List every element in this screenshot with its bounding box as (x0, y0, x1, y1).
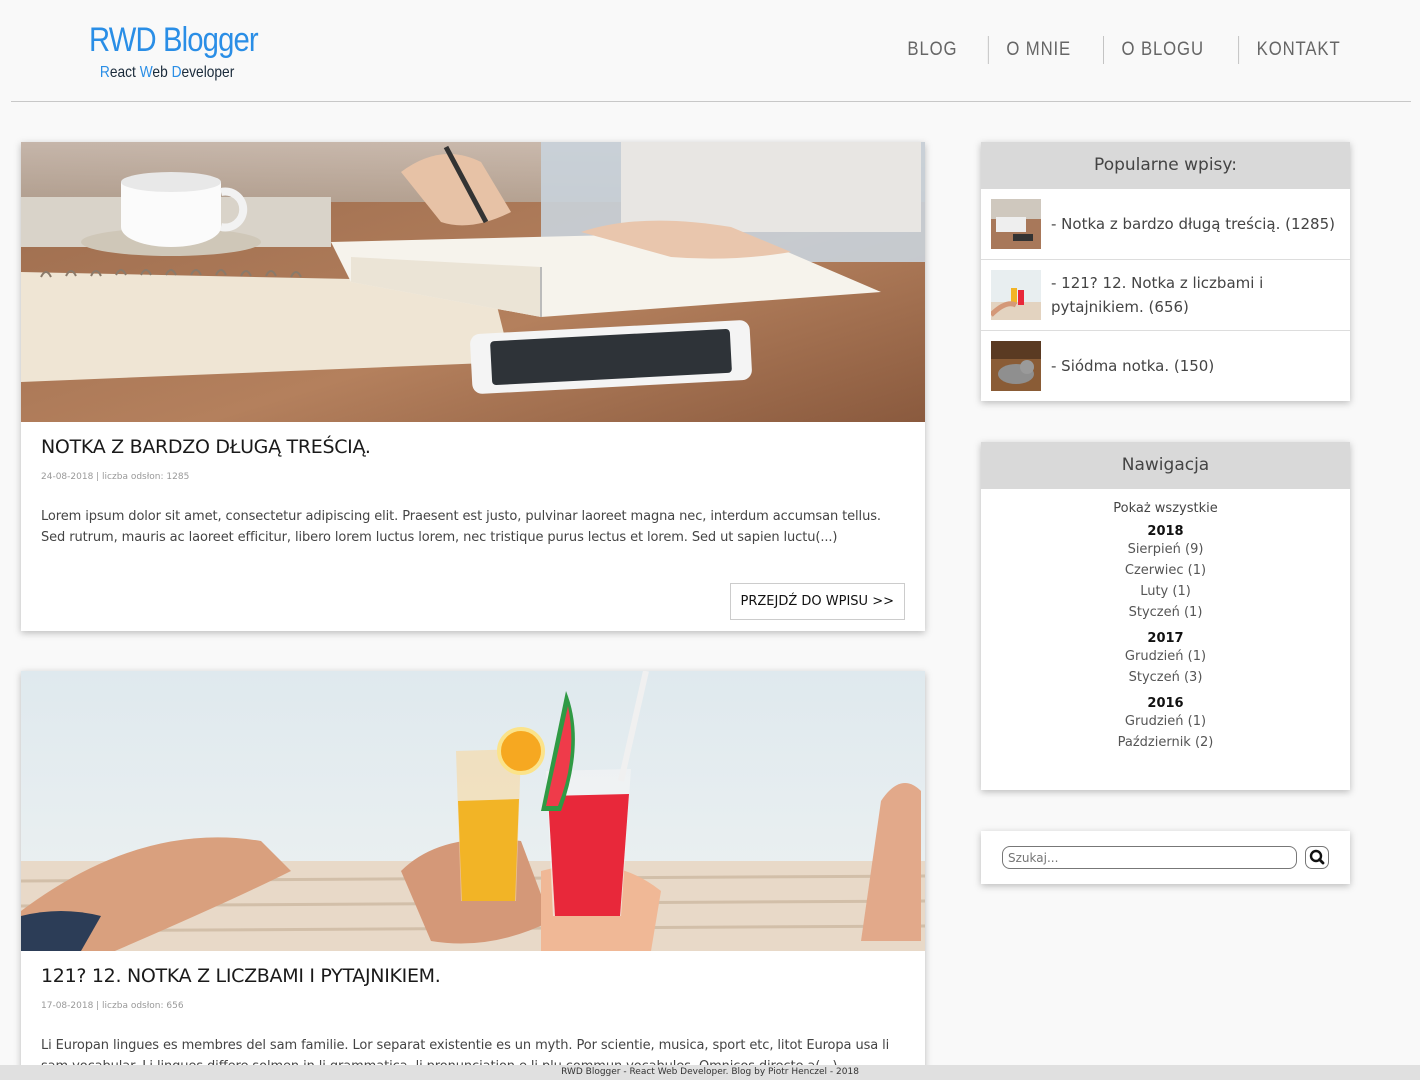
logo-sub-part-2: eb (152, 64, 172, 81)
archive-month-link[interactable]: Grudzień (1) (981, 711, 1350, 732)
archive-month-link[interactable]: Styczeń (3) (981, 667, 1350, 688)
archive-month-link[interactable]: Czerwiec (1) (981, 560, 1350, 581)
nav-kontakt[interactable]: KONTAKT (1237, 36, 1358, 64)
archive-year-2016: 2016 Grudzień (1) Październik (2) (981, 696, 1350, 753)
widget-heading: Nawigacja (981, 442, 1350, 489)
logo-letter-r: R (99, 64, 110, 81)
archive-month-link[interactable]: Styczeń (1) (981, 602, 1350, 623)
logo-title: RWD Blogger (89, 21, 259, 59)
archive-year-label: 2016 (1147, 696, 1184, 711)
archive-year-label: 2018 (1147, 524, 1184, 539)
post-image-notebook[interactable] (21, 142, 925, 422)
read-more-button[interactable]: PRZEJDŹ DO WPISU >> (729, 583, 905, 620)
post-title[interactable]: 121? 12. NOTKA Z LICZBAMI I PYTAJNIKIEM. (41, 965, 905, 987)
search-icon (1309, 849, 1325, 865)
logo-letter-w: W (139, 64, 153, 81)
post-card: 121? 12. NOTKA Z LICZBAMI I PYTAJNIKIEM.… (21, 671, 925, 1080)
search-button[interactable] (1305, 846, 1329, 869)
post-image-drinks[interactable] (21, 671, 925, 951)
post-thumbnail (991, 199, 1041, 249)
logo-sub-part-1: eact (109, 64, 140, 81)
nav-blog[interactable]: BLOG (890, 36, 975, 64)
popular-post-title: - Notka z bardzo długą treścią. (1285) (1051, 215, 1335, 233)
post-excerpt: Lorem ipsum dolor sit amet, consectetur … (41, 509, 881, 545)
post-thumbnail (991, 341, 1041, 391)
show-all-link[interactable]: Pokaż wszystkie (981, 501, 1350, 516)
logo-subtitle: React Web Developer (100, 64, 234, 82)
post-meta: 24-08-2018 | liczba odsłon: 1285 (41, 472, 190, 482)
archive-year-2017: 2017 Grudzień (1) Styczeń (3) (981, 631, 1350, 688)
popular-post-title: - 121? 12. Notka z liczbami i pytajnikie… (1051, 274, 1264, 316)
popular-post-item[interactable]: - 121? 12. Notka z liczbami i pytajnikie… (981, 260, 1350, 331)
post-card: NOTKA Z BARDZO DŁUGĄ TREŚCIĄ. 24-08-2018… (21, 142, 925, 631)
site-logo[interactable]: RWD Blogger React Web Developer (89, 20, 259, 82)
post-meta: 17-08-2018 | liczba odsłon: 656 (41, 1001, 184, 1011)
popular-post-item[interactable]: - Notka z bardzo długą treścią. (1285) (981, 189, 1350, 260)
archive-year-2018: 2018 Sierpień (9) Czerwiec (1) Luty (1) … (981, 524, 1350, 623)
archive-month-link[interactable]: Grudzień (1) (981, 646, 1350, 667)
archive-month-link[interactable]: Sierpień (9) (981, 539, 1350, 560)
post-thumbnail (991, 270, 1041, 320)
nav-o-blogu[interactable]: O BLOGU (1103, 36, 1221, 64)
search-widget (981, 831, 1350, 884)
search-input[interactable] (1002, 846, 1297, 869)
main-nav: BLOG O MNIE O BLOGU KONTAKT (884, 36, 1366, 64)
archive-month-link[interactable]: Październik (2) (981, 732, 1350, 753)
archive-navigation-widget: Nawigacja Pokaż wszystkie 2018 Sierpień … (981, 442, 1350, 790)
logo-sub-part-3: eveloper (181, 64, 235, 81)
popular-posts-widget: Popularne wpisy: - Notka z bardzo długą … (981, 142, 1350, 401)
widget-heading: Popularne wpisy: (981, 142, 1350, 189)
popular-post-item[interactable]: - Siódma notka. (150) (981, 331, 1350, 401)
site-header: RWD Blogger React Web Developer BLOG O M… (11, 0, 1411, 102)
logo-letter-d: D (171, 64, 182, 81)
site-footer: RWD Blogger - React Web Developer. Blog … (0, 1065, 1420, 1080)
nav-o-mnie[interactable]: O MNIE (987, 36, 1088, 64)
archive-month-link[interactable]: Luty (1) (981, 581, 1350, 602)
archive-year-label: 2017 (1147, 631, 1184, 646)
post-title[interactable]: NOTKA Z BARDZO DŁUGĄ TREŚCIĄ. (41, 436, 905, 458)
popular-post-title: - Siódma notka. (150) (1051, 357, 1215, 375)
